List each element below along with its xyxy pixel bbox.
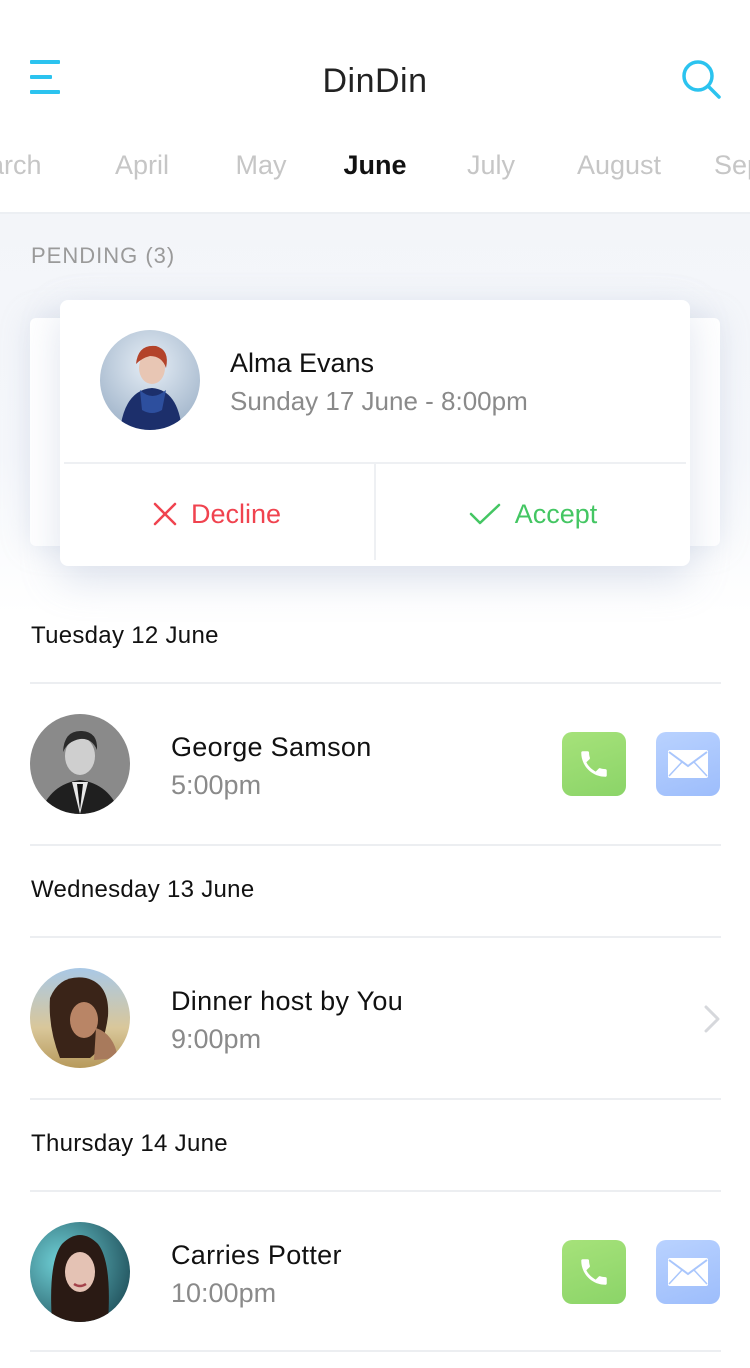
row-title: Carries Potter: [171, 1240, 342, 1270]
mail-icon: [668, 750, 708, 778]
phone-icon: [581, 1259, 607, 1285]
tab-march[interactable]: March: [0, 150, 42, 181]
month-tabs: March April May June July August Septemb…: [0, 130, 750, 212]
divider: [30, 682, 721, 684]
divider: [30, 936, 721, 938]
day-header: Thursday 14 June: [31, 1130, 228, 1157]
decline-label: Decline: [190, 498, 282, 529]
avatar: [30, 1222, 130, 1322]
divider: [30, 1098, 721, 1100]
row-time: 9:00pm: [171, 1024, 262, 1054]
pending-label: PENDING (3): [31, 243, 176, 268]
tab-july[interactable]: July: [467, 150, 515, 181]
accept-button[interactable]: Accept: [376, 464, 690, 564]
mail-button[interactable]: [656, 1240, 720, 1304]
decline-button[interactable]: Decline: [60, 464, 374, 564]
day-header: Tuesday 12 June: [31, 622, 219, 649]
pending-invite-card: Alma Evans Sunday 17 June - 8:00pm Decli…: [60, 300, 690, 566]
tab-august[interactable]: August: [577, 150, 661, 181]
tab-april[interactable]: April: [115, 150, 169, 181]
avatar: [30, 968, 130, 1068]
checkmark-icon: [469, 503, 500, 525]
invite-name: Alma Evans: [230, 348, 375, 378]
close-icon: [153, 502, 177, 526]
divider: [30, 1190, 721, 1192]
invite-datetime: Sunday 17 June - 8:00pm: [230, 386, 528, 416]
row-title: George Samson: [171, 732, 372, 762]
tab-may[interactable]: May: [235, 150, 286, 181]
search-icon[interactable]: [680, 58, 722, 100]
call-button[interactable]: [562, 732, 626, 796]
day-header: Wednesday 13 June: [31, 876, 255, 903]
divider: [30, 1350, 721, 1352]
phone-icon: [581, 751, 607, 777]
row-time: 10:00pm: [171, 1278, 277, 1308]
call-button[interactable]: [562, 1240, 626, 1304]
app-title: DinDin: [322, 62, 428, 100]
tab-september[interactable]: September: [714, 150, 750, 181]
avatar: [100, 330, 200, 430]
avatar: [30, 714, 130, 814]
chevron-right-icon[interactable]: [700, 1004, 724, 1034]
top-bar: DinDin: [0, 0, 750, 130]
divider: [30, 844, 721, 846]
row-title: Dinner host by You: [171, 986, 404, 1016]
row-time: 5:00pm: [171, 770, 262, 800]
mail-icon: [668, 1258, 708, 1286]
tab-june[interactable]: June: [343, 150, 406, 181]
mail-button[interactable]: [656, 732, 720, 796]
accept-label: Accept: [514, 498, 598, 529]
